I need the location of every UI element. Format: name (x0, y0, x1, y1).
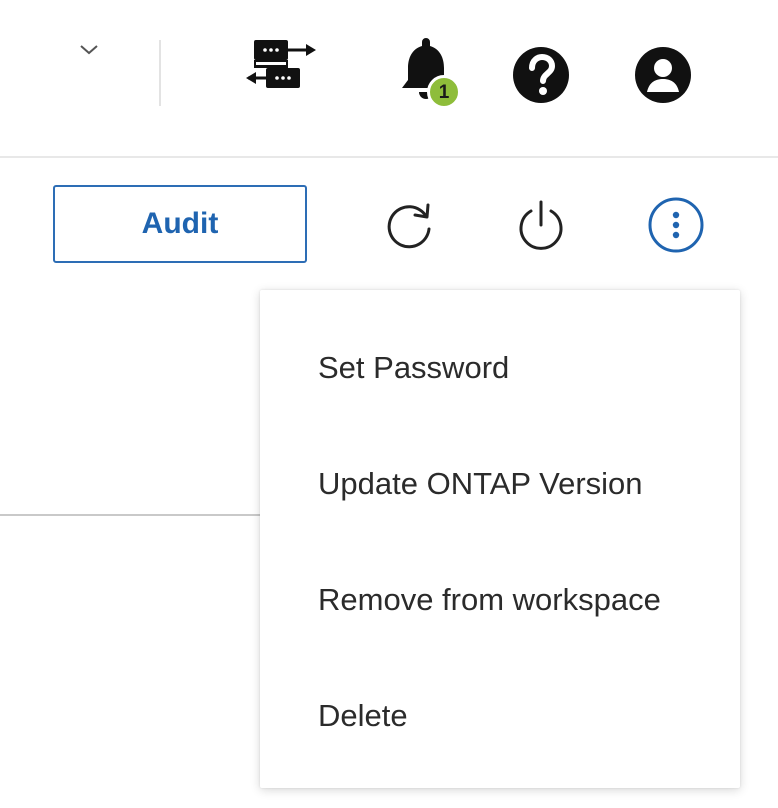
page: 1 Audit Set Password Update ONTAP Versio… (0, 0, 778, 808)
help-button[interactable] (512, 46, 570, 108)
power-icon (512, 196, 570, 258)
more-actions-button[interactable] (647, 196, 705, 258)
notifications-button[interactable]: 1 (390, 38, 470, 109)
refresh-icon (380, 196, 438, 258)
power-button[interactable] (512, 198, 570, 256)
transfer-icon (246, 38, 326, 104)
more-vertical-icon (647, 196, 705, 258)
user-icon (634, 46, 692, 108)
user-button[interactable] (634, 46, 692, 108)
top-header: 1 (0, 0, 778, 158)
transfer-button[interactable] (246, 40, 326, 102)
chevron-down-button[interactable] (74, 38, 104, 62)
audit-button[interactable]: Audit (53, 185, 307, 263)
content-divider (0, 514, 300, 516)
notification-badge: 1 (427, 75, 461, 109)
menu-item-update-ontap-version[interactable]: Update ONTAP Version (260, 444, 740, 524)
refresh-button[interactable] (380, 198, 438, 256)
actions-menu: Set Password Update ONTAP Version Remove… (260, 290, 740, 788)
menu-item-set-password[interactable]: Set Password (260, 328, 740, 408)
menu-item-remove-from-workspace[interactable]: Remove from workspace (260, 560, 740, 640)
header-divider (159, 40, 161, 106)
help-icon (512, 46, 570, 108)
chevron-down-icon (79, 41, 99, 60)
menu-item-delete[interactable]: Delete (260, 676, 740, 756)
